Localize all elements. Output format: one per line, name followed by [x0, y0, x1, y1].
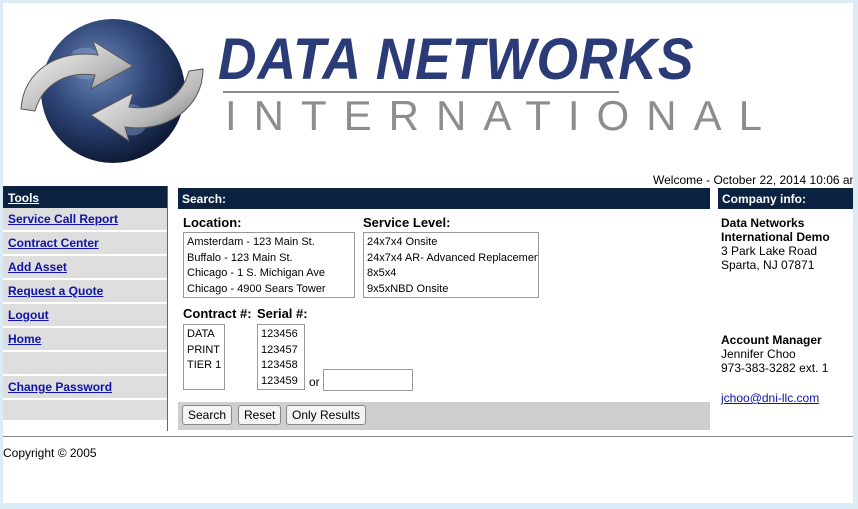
button-bar: Search Reset Only Results	[178, 402, 710, 430]
account-manager-label: Account Manager	[721, 333, 822, 347]
company-address: Sparta, NJ 07871	[721, 258, 815, 272]
or-text: or	[309, 375, 320, 389]
list-item[interactable]: Amsterdam - 123 Main St.	[187, 235, 351, 251]
sidebar-item-contract-center[interactable]: Contract Center	[3, 232, 167, 256]
sidebar-item-logout[interactable]: Logout	[3, 304, 167, 328]
contract-label: Contract #:	[183, 306, 252, 321]
list-item[interactable]: 9x5xNBD Onsite	[367, 282, 535, 298]
copyright-text: Copyright © 2005	[3, 446, 97, 460]
service-level-label: Service Level:	[363, 215, 451, 230]
service-level-listbox[interactable]: 24x7x4 Onsite 24x7x4 AR- Advanced Replac…	[363, 232, 539, 298]
sidebar-item-service-call-report[interactable]: Service Call Report	[3, 208, 167, 232]
contract-listbox[interactable]: DATA PRINT TIER 1	[183, 324, 225, 390]
search-button[interactable]: Search	[182, 405, 233, 425]
list-item[interactable]: 123457	[261, 343, 301, 359]
company-name: International Demo	[721, 230, 830, 244]
list-item[interactable]: PRINT	[187, 343, 221, 359]
list-item[interactable]: Chicago - 4900 Sears Tower	[187, 282, 351, 298]
company-info-block: Data Networks International Demo 3 Park …	[721, 216, 830, 272]
only-results-button[interactable]: Only Results	[286, 405, 367, 425]
account-manager-block: Account Manager Jennifer Choo 973-383-32…	[721, 333, 828, 375]
sidebar-header-tools[interactable]: Tools	[3, 186, 167, 208]
sidebar-spacer	[3, 400, 167, 420]
account-manager-email-link[interactable]: jchoo@dni-llc.com	[721, 391, 819, 405]
list-item[interactable]: 24x7x4 AR- Advanced Replacement	[367, 251, 538, 267]
sidebar-item-add-asset[interactable]: Add Asset	[3, 256, 167, 280]
list-item[interactable]: 123458	[261, 358, 301, 374]
list-item[interactable]: Buffalo - 123 Main St.	[187, 251, 351, 267]
account-manager-name: Jennifer Choo	[721, 347, 796, 361]
company-name: Data Networks	[721, 216, 805, 230]
sidebar: Tools Service Call Report Contract Cente…	[3, 186, 168, 431]
logo-title: DATA NETWORKS	[218, 27, 695, 92]
list-item[interactable]: 8x5x4	[367, 266, 535, 282]
company-info-header: Company info:	[718, 188, 853, 209]
list-item[interactable]: DATA	[187, 327, 221, 343]
serial-input[interactable]	[323, 369, 413, 391]
globe-logo-icon	[20, 19, 204, 163]
list-item[interactable]: 123459	[261, 374, 301, 390]
list-item[interactable]: Chicago - 1 S. Michigan Ave	[187, 266, 351, 282]
serial-label: Serial #:	[257, 306, 308, 321]
account-manager-phone: 973-383-3282 ext. 1	[721, 361, 829, 375]
list-item[interactable]: TIER 1	[187, 358, 221, 374]
logo-subtitle: INTERNATIONAL	[225, 92, 779, 139]
location-listbox[interactable]: Amsterdam - 123 Main St. Buffalo - 123 M…	[183, 232, 355, 298]
sidebar-item-home[interactable]: Home	[3, 328, 167, 352]
list-item[interactable]: 24x7x4 Onsite	[367, 235, 535, 251]
sidebar-spacer	[3, 352, 167, 376]
footer-divider	[3, 436, 853, 437]
page: DATA NETWORKS INTERNATIONAL Welcome - Oc…	[3, 3, 853, 503]
serial-listbox[interactable]: 123456 123457 123458 123459	[257, 324, 305, 390]
sidebar-item-request-quote[interactable]: Request a Quote	[3, 280, 167, 304]
reset-button[interactable]: Reset	[238, 405, 282, 425]
location-label: Location:	[183, 215, 242, 230]
welcome-text: Welcome - October 22, 2014 10:06 am	[653, 173, 853, 187]
list-item[interactable]: 123456	[261, 327, 301, 343]
search-header: Search:	[178, 188, 710, 209]
sidebar-item-change-password[interactable]: Change Password	[3, 376, 167, 400]
company-address: 3 Park Lake Road	[721, 244, 818, 258]
